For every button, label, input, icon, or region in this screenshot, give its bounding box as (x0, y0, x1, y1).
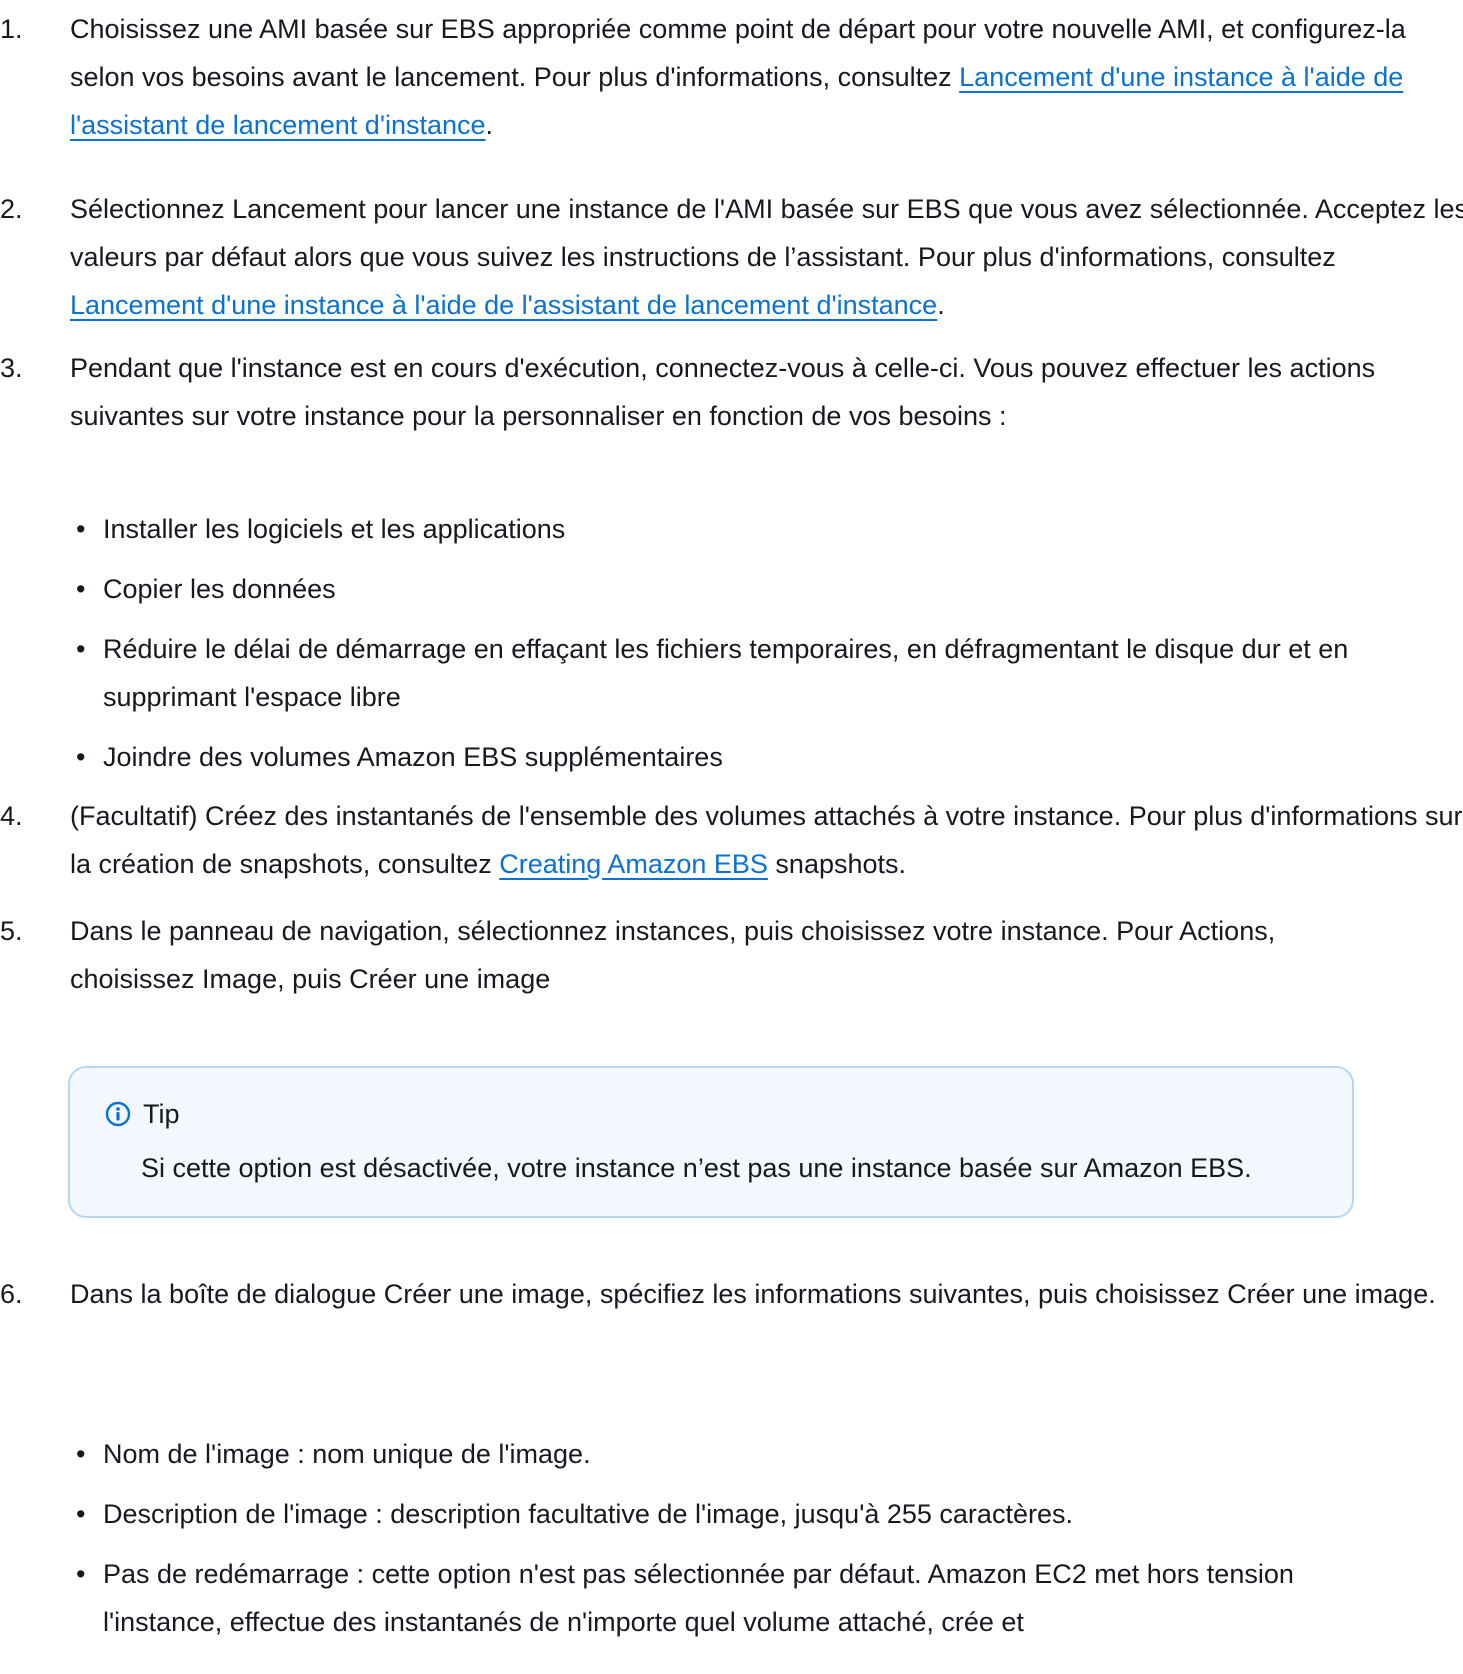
step-3-bullets: Installer les logiciels et les applicati… (70, 505, 1460, 781)
step-text: Sélectionnez Lancement pour lancer une i… (70, 194, 1463, 320)
step-6-bullets: Nom de l'image : nom unique de l'image. … (70, 1430, 1390, 1646)
step-number: 2. (0, 194, 23, 224)
list-item: Pas de redémarrage : cette option n'est … (70, 1550, 1390, 1646)
step-text: (Facultatif) Créez des instantanés de l'… (70, 801, 1463, 879)
creating-ebs-snapshots-link[interactable]: Creating Amazon EBS (499, 849, 768, 879)
step-text: Dans le panneau de navigation, sélection… (70, 916, 1276, 994)
list-item: Installer les logiciels et les applicati… (70, 505, 1460, 553)
tip-header: Tip (105, 1090, 1292, 1138)
step-text: Pendant que l'instance est en cours d'ex… (70, 353, 1376, 431)
tip-callout: Tip Si cette option est désactivée, votr… (68, 1066, 1354, 1218)
info-icon (105, 1101, 131, 1127)
step-3: 3. Pendant que l'instance est en cours d… (0, 344, 1463, 440)
list-item: Joindre des volumes Amazon EBS supplémen… (70, 733, 1460, 781)
list-item: Copier les données (70, 565, 1460, 613)
tip-body: Si cette option est désactivée, votre in… (141, 1153, 1252, 1183)
launch-wizard-link[interactable]: Lancement d'une instance à l'aide de l'a… (70, 290, 937, 320)
step-2: 2. Sélectionnez Lancement pour lancer un… (0, 185, 1463, 329)
list-item: Réduire le délai de démarrage en effaçan… (70, 625, 1460, 721)
step-4: 4. (Facultatif) Créez des instantanés de… (0, 792, 1463, 888)
step-text: Dans la boîte de dialogue Créer une imag… (70, 1279, 1436, 1309)
step-text: Choisissez une AMI basée sur EBS appropr… (70, 14, 1406, 140)
step-5: 5. Dans le panneau de navigation, sélect… (0, 907, 1463, 1003)
step-number: 6. (0, 1279, 23, 1309)
step-1: 1. Choisissez une AMI basée sur EBS appr… (0, 5, 1463, 149)
list-item: Nom de l'image : nom unique de l'image. (70, 1430, 1390, 1478)
list-item: Description de l'image : description fac… (70, 1490, 1390, 1538)
step-number: 4. (0, 801, 23, 831)
tip-title: Tip (143, 1099, 180, 1129)
step-6: 6. Dans la boîte de dialogue Créer une i… (0, 1270, 1463, 1318)
step-number: 5. (0, 916, 23, 946)
step-number: 3. (0, 353, 23, 383)
step-number: 1. (0, 14, 23, 44)
